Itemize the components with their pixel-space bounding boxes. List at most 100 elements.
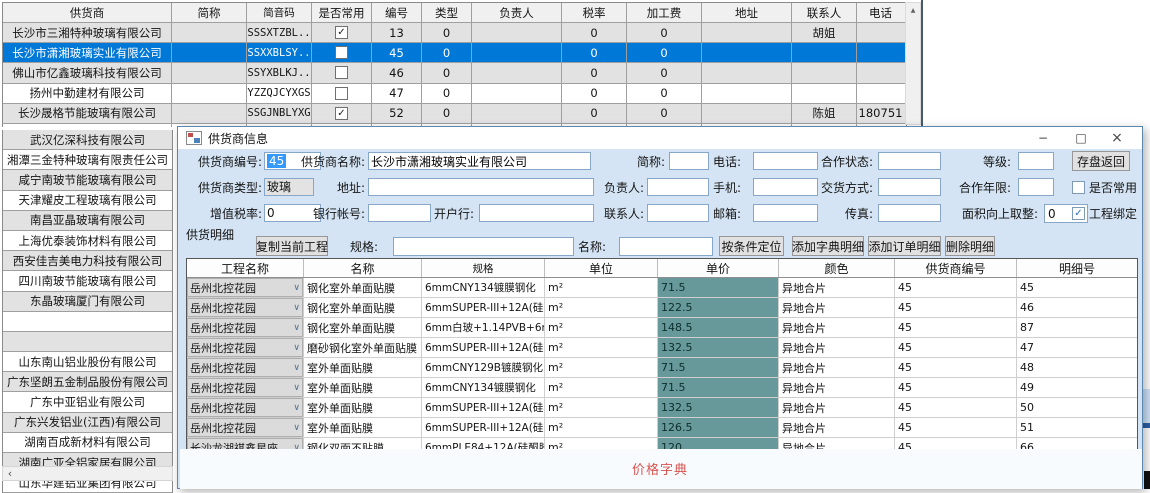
grid-cell[interactable]: 6mmCNY129B镀膜钢化: [422, 358, 545, 377]
grid-row[interactable]: 岳州北控花园∨钢化室外单面贴膜6mmCNY134镀膜钢化m²71.5异地合片45…: [187, 278, 1137, 298]
grid-cell[interactable]: 46: [1017, 298, 1137, 317]
vertical-scrollbar[interactable]: ▲: [905, 2, 921, 125]
common-checkbox[interactable]: ✓: [335, 107, 348, 120]
left-list-item[interactable]: 广东坚朗五金制品股份有限公司: [3, 372, 172, 392]
grid-cell[interactable]: 45: [895, 298, 1017, 317]
delete-detail-button[interactable]: 删除明细: [945, 236, 995, 256]
horizontal-scrollbar[interactable]: ‹: [2, 466, 173, 481]
scroll-left-icon[interactable]: ‹: [3, 467, 17, 480]
price-cell[interactable]: 126.5: [658, 418, 779, 437]
supplier-row[interactable]: 扬州中勤建材有限公司YZZQJCYXGS47000: [3, 84, 906, 104]
project-combo-cell[interactable]: 岳州北控花园∨: [187, 358, 304, 377]
left-list-item[interactable]: 咸宁南玻节能玻璃有限公司: [3, 170, 172, 190]
common-checkbox[interactable]: ✓: [335, 26, 348, 39]
grid-cell[interactable]: 50: [1017, 398, 1137, 417]
common-checkbox[interactable]: [335, 87, 348, 100]
grid-cell[interactable]: 47: [1017, 338, 1137, 357]
price-cell[interactable]: 71.5: [658, 378, 779, 397]
grid-cell[interactable]: 6mmSUPER-III+12A(硅...: [422, 398, 545, 417]
grid-cell[interactable]: 6mmCNY134镀膜钢化: [422, 278, 545, 297]
project-bind-checkbox[interactable]: ✓ 工程绑定: [1072, 205, 1137, 221]
supplier-row[interactable]: 长沙市潇湘玻璃实业有限公司CSSXXBLSY...45000: [3, 43, 906, 63]
left-list-item[interactable]: 南昌亚晶玻璃有限公司: [3, 211, 172, 231]
grid-cell[interactable]: 45: [895, 378, 1017, 397]
left-list-item[interactable]: [3, 332, 172, 352]
left-list-item[interactable]: 武汉亿深科技有限公司: [3, 130, 172, 150]
name-filter-input[interactable]: [619, 237, 713, 256]
supplier-row[interactable]: 长沙市三湘特种玻璃有限公司CSSSXTZBL...✓13000胡姐: [3, 23, 906, 43]
grid-cell[interactable]: 异地合片: [779, 398, 895, 417]
grid-cell[interactable]: 87: [1017, 318, 1137, 337]
grid-cell[interactable]: 异地合片: [779, 338, 895, 357]
grid-cell[interactable]: m²: [545, 278, 658, 297]
delivery-method-input[interactable]: [878, 178, 941, 196]
left-list-item[interactable]: 东晶玻璃厦门有限公司: [3, 292, 172, 312]
grid-cell[interactable]: m²: [545, 318, 658, 337]
left-list-item[interactable]: 湘潭三金特种玻璃有限责任公司: [3, 150, 172, 170]
grid-cell[interactable]: 45: [895, 398, 1017, 417]
close-button[interactable]: ×: [1102, 127, 1132, 149]
grade-input[interactable]: [1018, 152, 1054, 170]
grid-cell[interactable]: 钢化室外单面贴膜: [304, 318, 422, 337]
price-cell[interactable]: 132.5: [658, 338, 779, 357]
left-list-item[interactable]: 广东中亚铝业有限公司: [3, 392, 172, 412]
grid-cell[interactable]: 51: [1017, 418, 1137, 437]
grid-cell[interactable]: 室外单面贴膜: [304, 378, 422, 397]
maximize-button[interactable]: □: [1066, 127, 1096, 149]
grid-cell[interactable]: 6mm白玻+1.14PVB+6mm...: [422, 318, 545, 337]
project-combo-cell[interactable]: 岳州北控花园∨: [187, 378, 304, 397]
grid-cell[interactable]: 室外单面贴膜: [304, 358, 422, 377]
grid-cell[interactable]: m²: [545, 298, 658, 317]
grid-cell[interactable]: 异地合片: [779, 358, 895, 377]
bank-branch-input[interactable]: [479, 204, 594, 222]
grid-cell[interactable]: 45: [895, 418, 1017, 437]
project-combo-cell[interactable]: 岳州北控花园∨: [187, 318, 304, 337]
copy-current-project-button[interactable]: 复制当前工程: [256, 236, 328, 256]
supplier-row[interactable]: 长沙晟格节能玻璃有限公司CSSGJNBLYXGS✓52000陈姐180751: [3, 104, 906, 124]
grid-cell[interactable]: 异地合片: [779, 418, 895, 437]
common-checkbox[interactable]: [335, 46, 348, 59]
left-list-item[interactable]: 山东南山铝业股份有限公司: [3, 352, 172, 372]
locate-by-condition-button[interactable]: 按条件定位: [719, 236, 784, 256]
left-list-item[interactable]: [3, 312, 172, 332]
grid-cell[interactable]: m²: [545, 378, 658, 397]
grid-cell[interactable]: 室外单面贴膜: [304, 418, 422, 437]
grid-cell[interactable]: 钢化室外单面贴膜: [304, 298, 422, 317]
grid-row[interactable]: 岳州北控花园∨室外单面贴膜6mmSUPER-III+12A(硅...m²126.…: [187, 418, 1137, 438]
grid-row[interactable]: 岳州北控花园∨磨砂钢化室外单面贴膜6mmSUPER-III+12A(硅...m²…: [187, 338, 1137, 358]
minimize-button[interactable]: −: [1028, 127, 1058, 149]
project-combo-cell[interactable]: 岳州北控花园∨: [187, 398, 304, 417]
grid-cell[interactable]: 49: [1017, 378, 1137, 397]
left-list-item[interactable]: 上海优泰装饰材料有限公司: [3, 231, 172, 251]
grid-cell[interactable]: 异地合片: [779, 278, 895, 297]
grid-cell[interactable]: m²: [545, 338, 658, 357]
left-list-item[interactable]: 西安佳吉美电力科技有限公司: [3, 251, 172, 271]
grid-cell[interactable]: 45: [1017, 278, 1137, 297]
supplier-row[interactable]: 佛山市亿鑫玻璃科技有限公司FSSYXBLKJ...46000: [3, 63, 906, 83]
project-combo-cell[interactable]: 岳州北控花园∨: [187, 298, 304, 317]
grid-cell[interactable]: 45: [895, 278, 1017, 297]
left-list-item[interactable]: 广东兴发铝业(江西)有限公司: [3, 413, 172, 433]
grid-cell[interactable]: 磨砂钢化室外单面贴膜: [304, 338, 422, 357]
grid-cell[interactable]: 异地合片: [779, 298, 895, 317]
grid-row[interactable]: 岳州北控花园∨钢化室外单面贴膜6mm白玻+1.14PVB+6mm...m²148…: [187, 318, 1137, 338]
grid-row[interactable]: 岳州北控花园∨室外单面贴膜6mmSUPER-III+12A(硅...m²132.…: [187, 398, 1137, 418]
price-cell[interactable]: 71.5: [658, 278, 779, 297]
supplier-type-input[interactable]: 玻璃: [264, 178, 314, 196]
grid-cell[interactable]: 6mmSUPER-III+12A(硅...: [422, 418, 545, 437]
save-return-button[interactable]: 存盘返回: [1072, 151, 1130, 171]
price-cell[interactable]: 132.5: [658, 398, 779, 417]
coop-status-input[interactable]: [878, 152, 941, 170]
address-input[interactable]: [368, 178, 594, 196]
project-combo-cell[interactable]: 岳州北控花园∨: [187, 418, 304, 437]
add-order-detail-button[interactable]: 添加订单明细: [868, 236, 941, 256]
grid-cell[interactable]: 45: [895, 318, 1017, 337]
spec-filter-input[interactable]: [393, 237, 574, 256]
project-combo-cell[interactable]: 岳州北控花园∨: [187, 338, 304, 357]
grid-cell[interactable]: m²: [545, 358, 658, 377]
price-cell[interactable]: 148.5: [658, 318, 779, 337]
price-cell[interactable]: 122.5: [658, 298, 779, 317]
grid-cell[interactable]: 48: [1017, 358, 1137, 377]
grid-cell[interactable]: 异地合片: [779, 378, 895, 397]
grid-cell[interactable]: 6mmSUPER-III+12A(硅...: [422, 338, 545, 357]
